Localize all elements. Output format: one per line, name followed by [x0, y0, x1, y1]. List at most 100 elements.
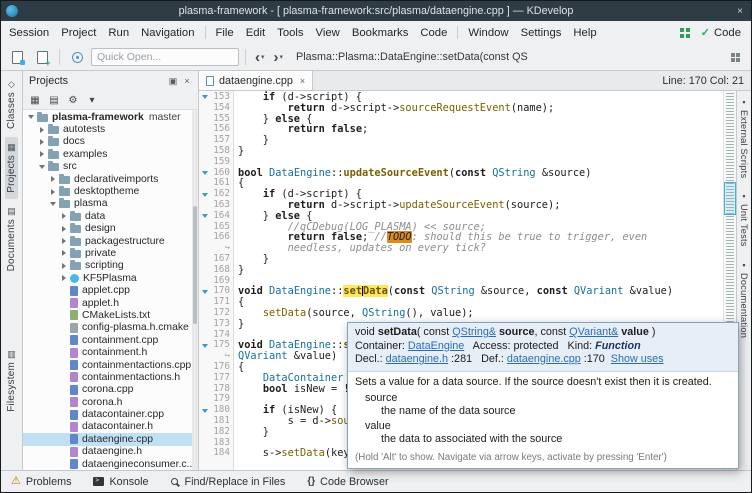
area-grid-icon[interactable] [680, 28, 684, 32]
menu-item-settings[interactable]: Settings [515, 21, 568, 44]
code-line[interactable]: void DataEngine::setData(const QString &… [238, 286, 723, 297]
code-line[interactable]: setData(source, QString(), value); [238, 308, 723, 319]
tooltip-link[interactable]: dataengine.cpp [507, 353, 581, 365]
expand-arrow[interactable] [59, 226, 69, 232]
expand-arrow[interactable] [37, 151, 47, 157]
quick-open-input[interactable] [91, 48, 239, 66]
tree-item[interactable]: design [23, 223, 198, 235]
tree-item[interactable]: applet.h [23, 297, 198, 309]
tooltip-link[interactable]: QString& [452, 326, 496, 338]
fold-marker[interactable] [202, 95, 208, 99]
menu-item-run[interactable]: Run [102, 21, 135, 44]
menu-item-project[interactable]: Project [55, 21, 102, 44]
dock-tab-documents[interactable]: ▤Documents [5, 201, 18, 277]
tree-item[interactable]: data [23, 210, 198, 222]
expand-arrow[interactable] [59, 238, 69, 244]
menu-item-tools[interactable]: Tools [271, 21, 309, 44]
tree-item[interactable]: dataengine.h [23, 446, 198, 458]
tooltip-link[interactable]: Show uses [611, 353, 664, 365]
tree-item[interactable]: desktoptheme [23, 185, 198, 197]
tree-item[interactable]: containmentactions.cpp [23, 359, 198, 371]
dock-tab-filesystem[interactable]: ▥Filesystem [5, 344, 18, 418]
jump-to-cursor-button[interactable] [66, 47, 88, 68]
close-panel-icon[interactable]: × [180, 74, 194, 88]
code-line[interactable]: } [238, 265, 723, 276]
menu-item-code[interactable]: Code [414, 21, 453, 44]
dock-tab-documentation[interactable]: ▪Documentation [738, 255, 750, 344]
tree-item[interactable]: CMakeLists.txt [23, 309, 198, 321]
code-line[interactable]: bool DataEngine::updateSourceEvent(const… [238, 168, 723, 179]
fold-marker[interactable] [202, 171, 208, 175]
menu-item-session[interactable]: Session [3, 21, 55, 44]
tab-dataengine-cpp[interactable]: dataengine.cpp × [199, 71, 313, 90]
tooltip-link[interactable]: dataengine.h [386, 353, 448, 365]
expand-arrow[interactable] [48, 202, 58, 206]
navigate-forward-button[interactable]: › ▾ [271, 47, 287, 67]
tree-item[interactable]: autotests [23, 123, 198, 135]
menu-item-bookmarks[interactable]: Bookmarks [346, 21, 415, 44]
code-area-button[interactable]: ✓ Code [701, 26, 741, 39]
tree-item[interactable]: examples [23, 148, 198, 160]
dock-tab-classes[interactable]: ◇Classes [5, 74, 18, 135]
fold-marker[interactable] [202, 290, 208, 294]
list-view-icon[interactable]: ▤ [46, 93, 62, 108]
menu-item-file[interactable]: File [210, 21, 240, 44]
expand-arrow[interactable] [48, 189, 58, 195]
tree-item[interactable]: config-plasma.h.cmake [23, 322, 198, 334]
tree-item[interactable]: src [23, 161, 198, 173]
expand-arrow[interactable] [37, 127, 47, 133]
code-line[interactable]: needless, updates on every tick? [238, 243, 723, 254]
tree-item[interactable]: dataengine.cpp [23, 433, 198, 445]
split-view-button[interactable] [724, 47, 746, 68]
code-line[interactable]: } [238, 254, 723, 265]
close-tab-icon[interactable]: × [300, 76, 305, 86]
tree-item[interactable]: scripting [23, 260, 198, 272]
titlebar[interactable]: plasma-framework - [ plasma-framework:sr… [1, 1, 751, 21]
tree-item[interactable]: corona.cpp [23, 384, 198, 396]
dock-tab-external-scripts[interactable]: ▪External Scripts [738, 92, 750, 184]
dock-tab-unit-tests[interactable]: ▪Unit Tests [738, 186, 750, 253]
tooltip-link[interactable]: DataEngine [408, 340, 464, 352]
statusbar-item-konsole[interactable]: Konsole [93, 476, 148, 488]
expand-arrow[interactable] [59, 263, 69, 269]
fold-marker[interactable] [202, 214, 208, 218]
breadcrumb[interactable]: Plasma::Plasma::DataEngine::setData(cons… [296, 51, 721, 63]
fold-marker[interactable] [202, 409, 208, 413]
tree-item[interactable]: dataengineconsumer.c... [23, 458, 198, 470]
collapse-all-icon[interactable]: ▾ [84, 93, 100, 108]
code-line[interactable]: } [238, 146, 723, 157]
statusbar-item-problems[interactable]: ⚠Problems [11, 476, 71, 488]
float-panel-icon[interactable]: ▣ [166, 74, 180, 88]
tree-item[interactable]: packagestructure [23, 235, 198, 247]
show-editor-button[interactable] [6, 47, 28, 68]
settings-icon[interactable]: ⚙ [65, 93, 81, 108]
fold-marker[interactable] [202, 344, 208, 348]
tree-item[interactable]: plasma [23, 198, 198, 210]
statusbar-item-find-replace-in-files[interactable]: Find/Replace in Files [171, 476, 286, 488]
expand-arrow[interactable] [26, 115, 36, 119]
tree-item[interactable]: containmentactions.h [23, 371, 198, 383]
menu-item-view[interactable]: View [310, 21, 346, 44]
tree-item[interactable]: datacontainer.h [23, 421, 198, 433]
expand-arrow[interactable] [37, 139, 47, 145]
scrollbar-thumb[interactable] [193, 206, 197, 324]
menu-item-help[interactable]: Help [567, 21, 602, 44]
expand-arrow[interactable] [37, 165, 47, 169]
tooltip-link[interactable]: QVariant& [569, 326, 618, 338]
tree-item[interactable]: declarativeimports [23, 173, 198, 185]
expand-arrow[interactable] [59, 213, 69, 219]
tree-item[interactable]: containment.cpp [23, 334, 198, 346]
menu-item-window[interactable]: Window [462, 21, 514, 44]
code-line[interactable]: } [238, 135, 723, 146]
tree-item[interactable]: private [23, 247, 198, 259]
minimap-viewport[interactable] [724, 182, 736, 215]
menu-item-navigation[interactable]: Navigation [135, 21, 200, 44]
tree-item[interactable]: containment.h [23, 346, 198, 358]
expand-arrow[interactable] [59, 275, 69, 281]
tree-scrollbar[interactable] [192, 110, 198, 470]
tree-item[interactable]: corona.h [23, 396, 198, 408]
tree-item[interactable]: plasma-frameworkmaster [23, 111, 198, 123]
tree-item[interactable]: applet.cpp [23, 284, 198, 296]
navigate-back-button[interactable]: ‹ ▾ [252, 47, 268, 67]
expand-arrow[interactable] [48, 176, 58, 182]
